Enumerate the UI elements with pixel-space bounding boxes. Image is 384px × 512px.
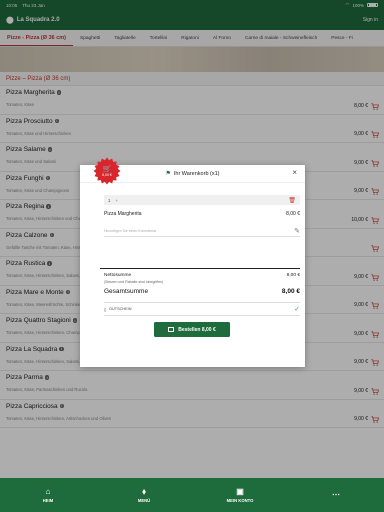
voucher-label: GUTSCHEIN bbox=[109, 307, 132, 311]
bookmark-icon: ▯ bbox=[104, 307, 107, 312]
nav-menu[interactable]: ⬧ MENÜ bbox=[96, 478, 192, 512]
grand-total: Gesamtsumme 8,00 € bbox=[104, 288, 300, 295]
trash-icon[interactable]: 🗑 bbox=[288, 197, 296, 204]
tax-note: (Steuern und Rabatte sind inbegriffen) bbox=[104, 280, 164, 284]
cart-icon: 🛒 bbox=[102, 165, 112, 173]
badge-amount: 8,00 € bbox=[102, 172, 112, 177]
bottom-navigation: ⌂ HEIM ⬧ MENÜ ▣ MEIN KONTO ⋯ bbox=[0, 478, 384, 512]
comment-field[interactable]: Hinzufügen Sie einen Kommentar ✎ bbox=[104, 225, 300, 237]
cart-item: Pizza Margherita 8,00 € bbox=[104, 211, 300, 217]
total-value: 8,00 € bbox=[281, 288, 300, 295]
home-icon: ⌂ bbox=[45, 486, 51, 496]
more-icon: ⋯ bbox=[332, 490, 340, 499]
nav-account[interactable]: ▣ MEIN KONTO bbox=[192, 478, 288, 512]
nav-home[interactable]: ⌂ HEIM bbox=[0, 478, 96, 512]
order-button[interactable]: Bestellen 8,00 € bbox=[154, 322, 230, 337]
cart-item-name: Pizza Margherita bbox=[104, 211, 142, 217]
net-label: Nettosumme bbox=[104, 273, 132, 278]
cart-badge[interactable]: 🛒 8,00 € bbox=[93, 157, 121, 185]
cart-modal: ⚑ Ihr Warenkorb (x1) × 1 + 🗑 Pizza Margh… bbox=[80, 165, 305, 367]
summary-divider bbox=[100, 268, 300, 269]
net-total: Nettosumme 8,00 € bbox=[104, 273, 300, 278]
quantity-stepper: 1 + 🗑 bbox=[104, 195, 300, 205]
tag-icon: ⬧ bbox=[142, 486, 146, 496]
check-icon[interactable]: ✓ bbox=[294, 305, 300, 313]
nav-account-label: MEIN KONTO bbox=[226, 497, 254, 503]
order-icon bbox=[168, 327, 175, 332]
edit-icon[interactable]: ✎ bbox=[294, 227, 300, 235]
nav-more[interactable]: ⋯ bbox=[288, 478, 384, 512]
quantity-value[interactable]: 1 bbox=[108, 198, 111, 203]
order-button-label: Bestellen 8,00 € bbox=[178, 326, 216, 333]
total-label: Gesamtsumme bbox=[104, 288, 149, 295]
nav-menu-label: MENÜ bbox=[137, 497, 151, 503]
cart-title: Ihr Warenkorb (x1) bbox=[173, 170, 220, 177]
flag-icon: ⚑ bbox=[165, 171, 171, 177]
comment-placeholder: Hinzufügen Sie einen Kommentar bbox=[104, 228, 157, 233]
plus-icon[interactable]: + bbox=[116, 198, 119, 203]
account-icon: ▣ bbox=[236, 486, 244, 496]
voucher-row[interactable]: ▯ GUTSCHEIN ✓ bbox=[104, 302, 300, 316]
cart-item-price: 8,00 € bbox=[286, 211, 300, 217]
nav-home-label: HEIM bbox=[42, 497, 54, 503]
net-value: 8,00 € bbox=[286, 273, 300, 278]
close-button[interactable]: × bbox=[292, 169, 297, 177]
